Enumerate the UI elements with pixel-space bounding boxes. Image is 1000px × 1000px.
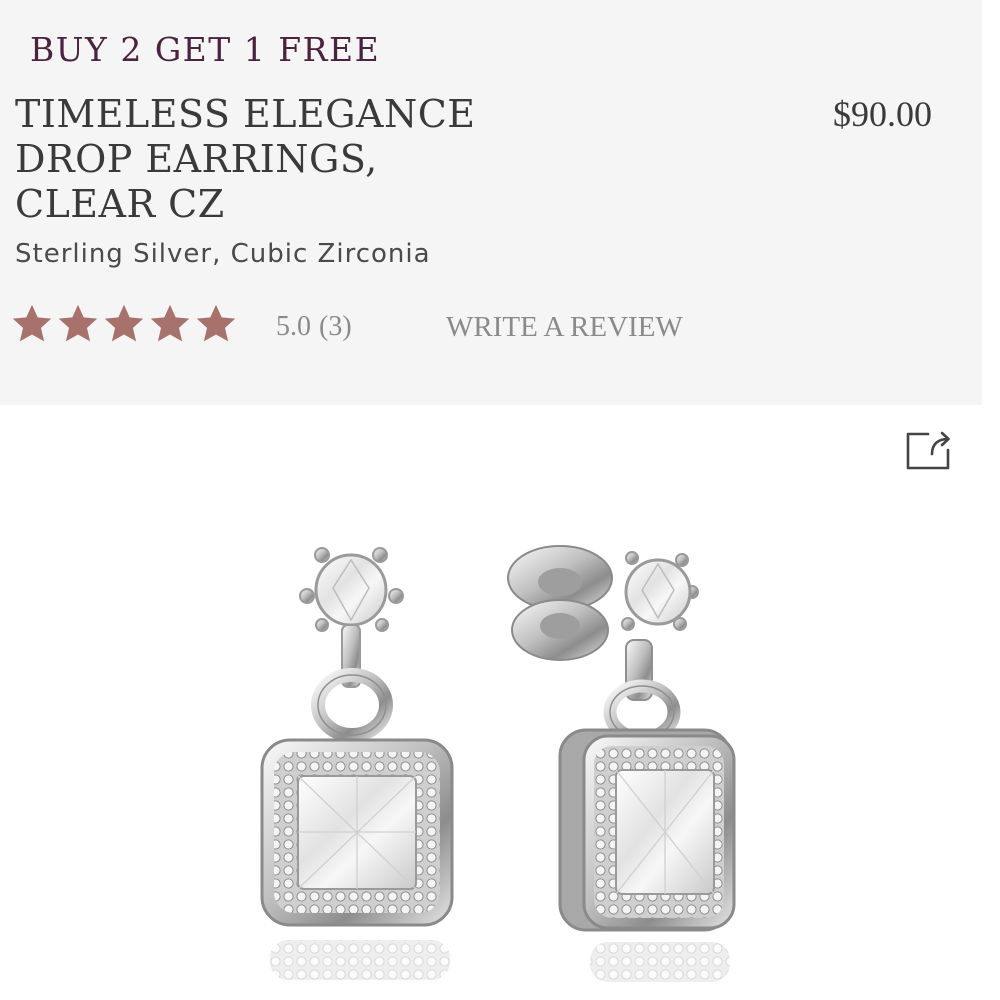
star-rating[interactable] [10, 302, 238, 346]
promo-banner[interactable]: BUY 2 GET 1 FREE [30, 30, 380, 70]
rating-row: 5.0 (3) WRITE A REVIEW [10, 300, 730, 350]
star-icon [150, 304, 190, 342]
star-icon [58, 304, 98, 342]
product-title-line: DROP EARRINGS, [15, 137, 378, 181]
rating-value: 5.0 [276, 311, 311, 342]
product-price: $90.00 [833, 94, 932, 134]
star-icon [12, 304, 52, 342]
product-title: TIMELESS ELEGANCE DROP EARRINGS, CLEAR C… [15, 92, 535, 227]
product-info-panel: BUY 2 GET 1 FREE TIMELESS ELEGANCE DROP … [0, 0, 982, 405]
rating-summary[interactable]: 5.0 (3) [276, 311, 352, 343]
review-count: (3) [319, 311, 352, 342]
star-icon [196, 304, 236, 342]
product-material: Sterling Silver, Cubic Zirconia [15, 239, 431, 269]
star-icon [104, 304, 144, 342]
product-title-line: CLEAR CZ [15, 182, 225, 226]
write-review-link[interactable]: WRITE A REVIEW [446, 311, 683, 344]
product-title-line: TIMELESS ELEGANCE [15, 92, 476, 136]
right-earring [465, 545, 736, 932]
product-image[interactable] [230, 500, 770, 1000]
reflection [270, 940, 730, 982]
left-earring [260, 547, 454, 927]
share-icon[interactable] [902, 428, 954, 474]
